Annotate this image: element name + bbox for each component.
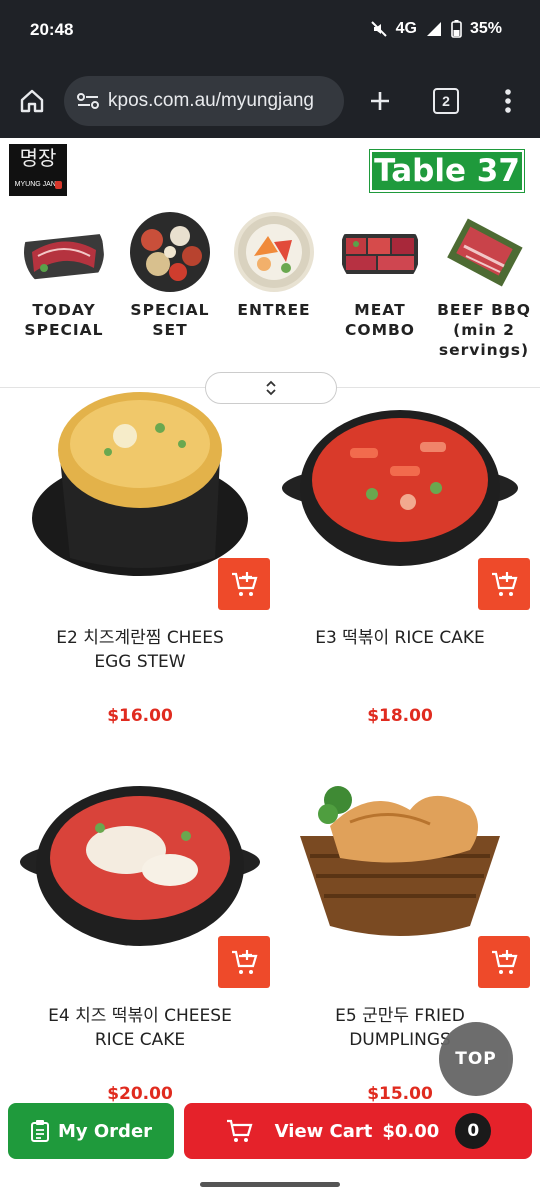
category-image: [234, 212, 314, 292]
category-label: ENTREE: [237, 301, 311, 319]
add-cart-icon: [232, 950, 258, 974]
item-price: $20.00: [107, 1084, 173, 1104]
add-cart-icon: [232, 572, 258, 596]
category-today-special[interactable]: TODAY SPECIAL: [12, 212, 116, 340]
battery-icon: [451, 20, 462, 38]
clipboard-icon: [30, 1120, 49, 1142]
logo-korean: 명장: [19, 146, 57, 170]
signal-icon: [426, 22, 441, 36]
battery-percent: 35%: [469, 20, 502, 37]
cart-count-badge: 0: [455, 1113, 492, 1149]
browser-toolbar: kpos.com.au/myungjang 2: [0, 64, 540, 138]
add-cart-icon: [492, 572, 518, 596]
category-label: SPECIAL SET: [130, 301, 210, 339]
new-tab-icon[interactable]: [366, 86, 394, 116]
home-icon[interactable]: [16, 86, 48, 116]
category-meat-combo[interactable]: MEAT COMBO: [328, 212, 432, 340]
more-menu-icon[interactable]: [496, 86, 520, 116]
status-time: 20:48: [30, 20, 74, 39]
add-to-cart-button[interactable]: [478, 936, 530, 988]
my-order-label: My Order: [57, 1120, 153, 1142]
address-bar[interactable]: kpos.com.au/myungjang: [64, 76, 344, 126]
menu-item-card[interactable]: E2 치즈계란찜 CHEES EGG STEW $16.00: [10, 388, 270, 768]
site-settings-icon[interactable]: [76, 91, 100, 111]
category-entree[interactable]: ENTREE: [222, 212, 326, 320]
add-to-cart-button[interactable]: [218, 558, 270, 610]
item-name: E4 치즈 떡볶이 CHEESE RICE CAKE: [48, 1006, 232, 1050]
add-to-cart-button[interactable]: [478, 558, 530, 610]
tab-switcher-button[interactable]: 2: [432, 86, 460, 116]
item-price: $18.00: [367, 706, 433, 726]
category-beef-bbq[interactable]: BEEF BBQ (min 2 servings): [432, 212, 536, 360]
status-bar: 20:48 4G 35%: [0, 0, 540, 64]
status-icons: 4G 35%: [370, 20, 502, 38]
menu-item-card[interactable]: E3 떡볶이 RICE CAKE $18.00: [270, 388, 530, 768]
category-label: BEEF BBQ (min 2 servings): [437, 301, 531, 359]
restaurant-logo[interactable]: 명장 MYUNG JANG: [9, 144, 67, 196]
view-cart-label: View Cart: [274, 1120, 373, 1142]
category-label: MEAT COMBO: [345, 301, 415, 339]
cart-total: $0.00: [382, 1120, 440, 1142]
scroll-to-top-button[interactable]: TOP: [439, 1022, 513, 1096]
category-special-set[interactable]: SPECIAL SET: [118, 212, 222, 340]
item-price: $16.00: [107, 706, 173, 726]
add-to-cart-button[interactable]: [218, 936, 270, 988]
category-label: TODAY SPECIAL: [24, 301, 104, 339]
cart-icon: [226, 1119, 253, 1142]
category-image: [444, 212, 524, 292]
gesture-nav-handle[interactable]: [200, 1182, 340, 1187]
category-bar: TODAY SPECIAL SPECIAL SET ENTREE MEAT COMBO…: [0, 202, 540, 388]
menu-item-card[interactable]: E4 치즈 떡볶이 CHEESE RICE CAKE $20.00: [10, 766, 270, 1146]
table-number-badge: Table 37: [369, 149, 525, 193]
tab-count: 2: [433, 88, 459, 114]
category-image: [340, 212, 420, 292]
item-name: E2 치즈계란찜 CHEES EGG STEW: [56, 628, 224, 672]
category-image: [24, 212, 104, 292]
restaurant-header: 명장 MYUNG JANG Table 37: [0, 138, 540, 203]
add-cart-icon: [492, 950, 518, 974]
view-cart-button[interactable]: View Cart $0.00 0: [184, 1103, 532, 1159]
logo-mark: [55, 181, 62, 189]
item-name: E3 떡볶이 RICE CAKE: [315, 628, 485, 648]
network-label: 4G: [395, 20, 417, 37]
mute-icon: [370, 21, 387, 37]
url-text: kpos.com.au/myungjang: [108, 90, 314, 111]
category-image: [130, 212, 210, 292]
my-order-button[interactable]: My Order: [8, 1103, 174, 1159]
